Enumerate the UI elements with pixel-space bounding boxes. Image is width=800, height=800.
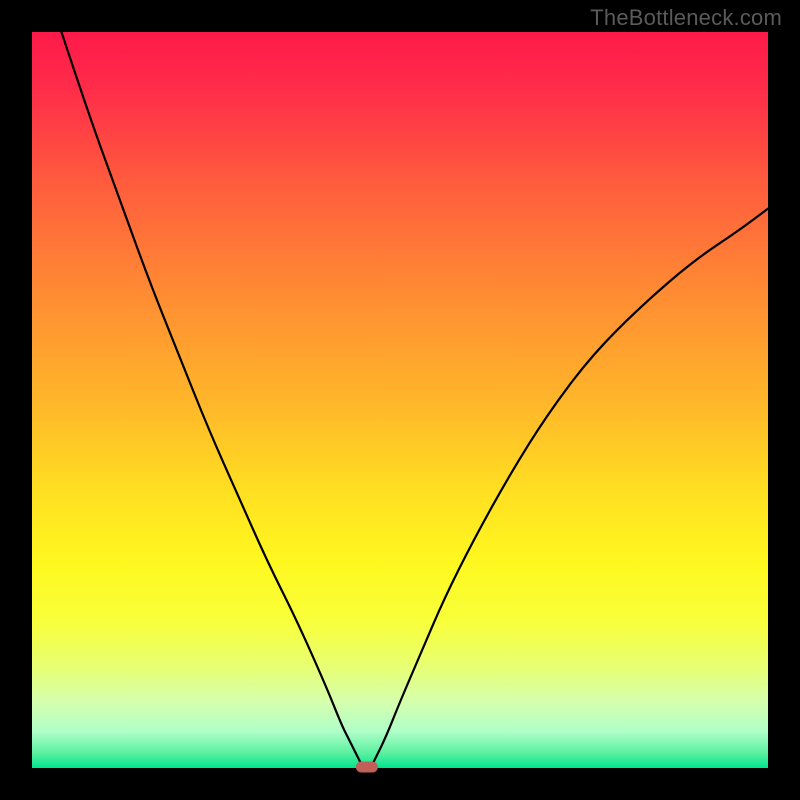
chart-svg — [0, 0, 800, 800]
bottleneck-chart — [0, 0, 800, 800]
valley-marker — [356, 762, 378, 773]
watermark-text: TheBottleneck.com — [590, 5, 782, 31]
plot-area — [32, 32, 768, 768]
